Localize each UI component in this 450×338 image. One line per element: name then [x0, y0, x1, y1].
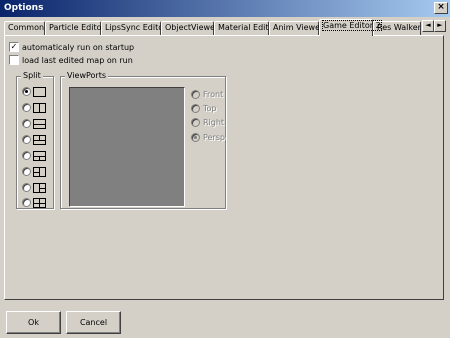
- check-icon: ✓: [10, 42, 18, 51]
- split-three-right-icon: [33, 183, 46, 193]
- options-dialog: Options × Common Particle Editor LipsSyn…: [0, 0, 450, 338]
- tab-objectviewer[interactable]: ObjectViewer: [161, 21, 218, 35]
- tab-common[interactable]: Common: [4, 21, 45, 35]
- load-last-label: load last edited map on run: [22, 55, 133, 65]
- split-radio-quad[interactable]: [22, 198, 31, 207]
- close-icon: ×: [437, 2, 445, 12]
- viewports-legend: ViewPorts: [65, 71, 109, 80]
- tab-strip: Common Particle Editor LipsSync Editor O…: [4, 19, 446, 36]
- auto-run-checkbox[interactable]: ✓: [9, 42, 19, 52]
- auto-run-label: automaticaly run on startup: [22, 42, 135, 52]
- viewport-label-front: Front: [203, 90, 224, 99]
- split-two-vertical-icon: [33, 103, 46, 113]
- tab-anim-viewer[interactable]: Anim Viewer: [269, 21, 323, 35]
- viewport-label-top: Top: [203, 104, 217, 113]
- window-title: Options: [4, 3, 44, 13]
- tab-scroll-right-button[interactable]: ►: [434, 20, 446, 32]
- tab-scroll-left-button[interactable]: ◄: [422, 20, 434, 32]
- cancel-button[interactable]: Cancel: [66, 311, 121, 334]
- split-two-horizontal-icon: [33, 119, 46, 129]
- viewport-radio-right[interactable]: [191, 118, 200, 127]
- tab-game-editor-2[interactable]: Game Editor 2: [319, 19, 382, 36]
- split-radio-three-left[interactable]: [22, 167, 31, 176]
- tab-lipssync-editor[interactable]: LipsSync Editor: [101, 21, 166, 35]
- split-radio-three-top[interactable]: [22, 135, 31, 144]
- viewport-radio-persp[interactable]: [191, 133, 200, 142]
- split-quad-icon: [33, 198, 46, 208]
- load-last-checkbox[interactable]: [9, 55, 19, 65]
- split-radio-three-right[interactable]: [22, 183, 31, 192]
- viewport-radio-top[interactable]: [191, 104, 200, 113]
- arrow-left-icon: ◄: [425, 21, 431, 29]
- split-radio-two-vertical[interactable]: [22, 103, 31, 112]
- title-bar[interactable]: Options ×: [0, 0, 450, 17]
- split-three-left-icon: [33, 167, 46, 177]
- load-last-option[interactable]: load last edited map on run: [9, 54, 133, 66]
- ok-button[interactable]: Ok: [6, 311, 61, 334]
- close-button[interactable]: ×: [434, 2, 448, 14]
- viewport-preview[interactable]: [69, 87, 185, 207]
- split-radio-three-bottom[interactable]: [22, 151, 31, 160]
- viewport-label-persp: Persp: [203, 133, 225, 142]
- split-single-icon: [33, 87, 46, 97]
- arrow-right-icon: ►: [437, 21, 443, 29]
- tab-material-editor[interactable]: Material Editor: [214, 21, 277, 35]
- split-legend: Split: [21, 71, 43, 80]
- split-group: Split: [16, 71, 54, 209]
- viewport-label-right: Right: [203, 118, 225, 127]
- viewports-group: ViewPorts Front Top Right Persp: [60, 71, 226, 209]
- auto-run-option[interactable]: ✓ automaticaly run on startup: [9, 41, 134, 53]
- viewport-radio-front[interactable]: [191, 90, 200, 99]
- split-three-bottom-icon: [33, 151, 46, 161]
- split-three-top-icon: [33, 135, 46, 145]
- tab-particle-editor[interactable]: Particle Editor: [45, 21, 105, 35]
- split-radio-two-horizontal[interactable]: [22, 119, 31, 128]
- split-radio-single[interactable]: [22, 87, 31, 96]
- tab-panel-game-editor-2: ✓ automaticaly run on startup load last …: [4, 35, 444, 300]
